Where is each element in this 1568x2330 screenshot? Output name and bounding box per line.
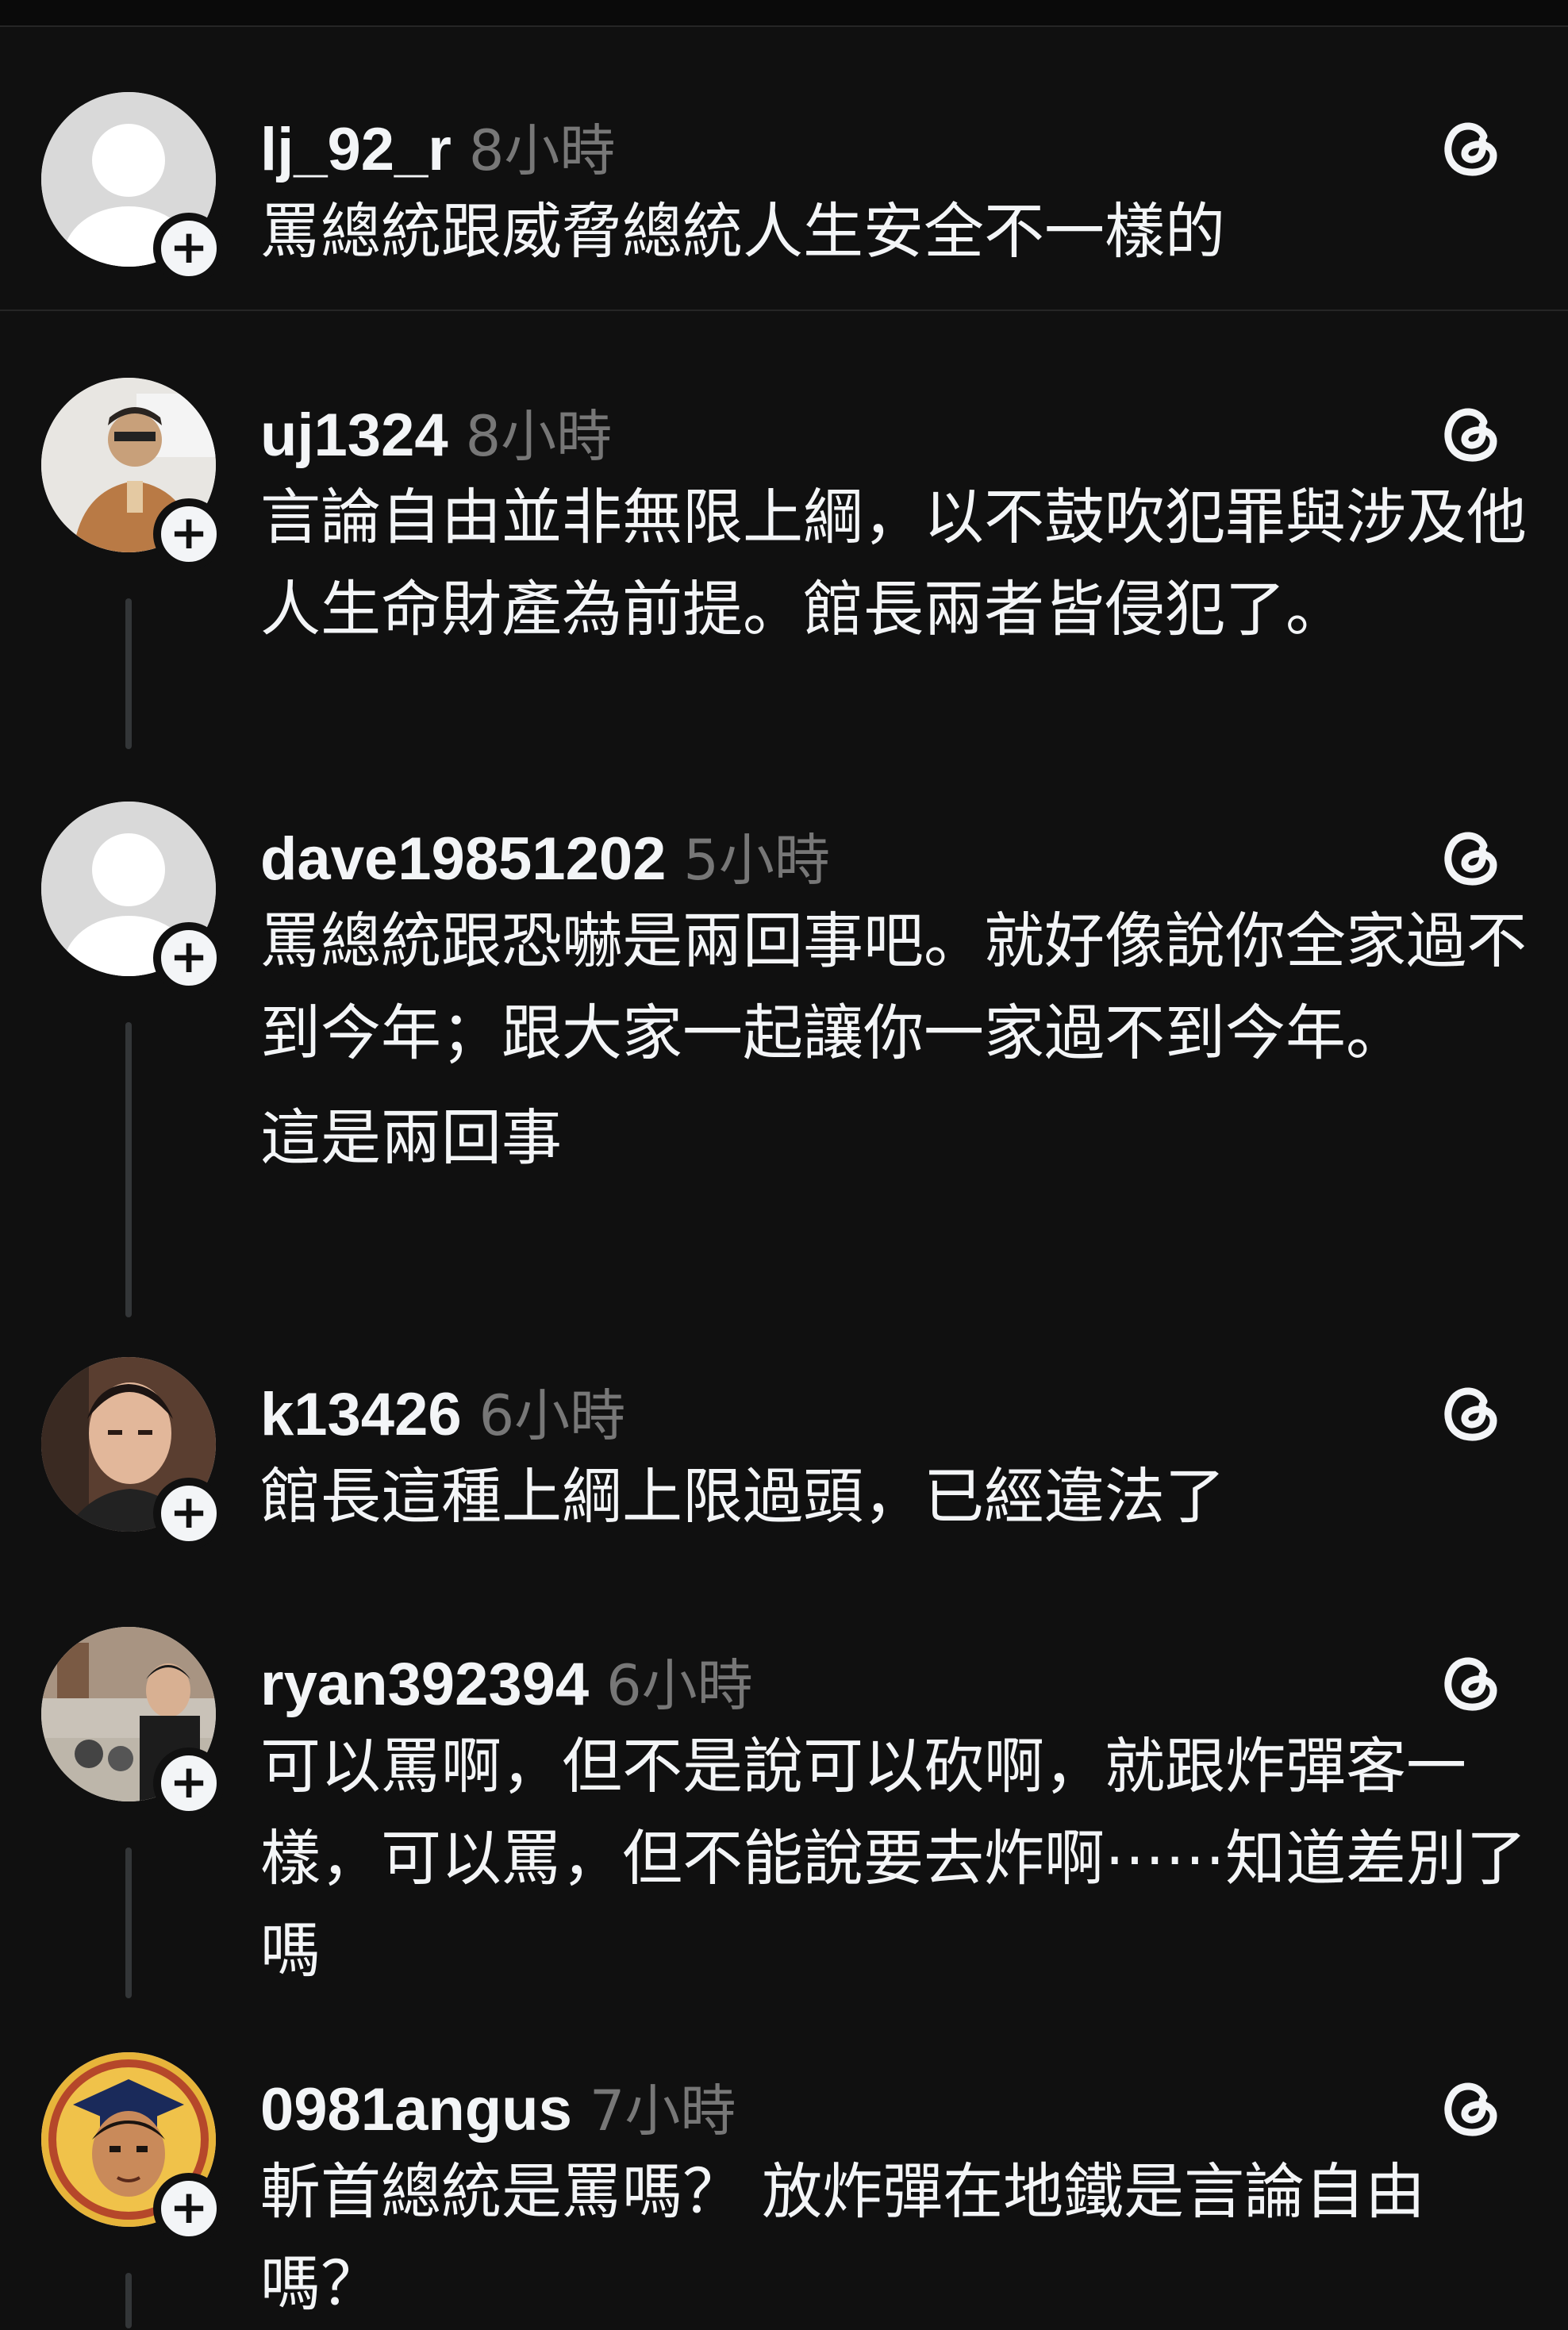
username[interactable]: ryan392394 <box>260 1650 589 1719</box>
follow-button[interactable]: + <box>153 213 225 284</box>
thread-line <box>125 1847 132 1998</box>
plus-icon: + <box>169 1485 209 1539</box>
username[interactable]: k13426 <box>260 1380 462 1449</box>
post-text-line: 言論自由並非無限上綱，以不鼓吹犯罪與涉及他人生命財產為前提。館長兩者皆侵犯了。 <box>260 482 1527 644</box>
plus-icon: + <box>169 2180 209 2234</box>
threads-icon[interactable] <box>1438 1648 1505 1714</box>
timestamp: 7小時 <box>589 2078 736 2144</box>
divider <box>0 310 1568 311</box>
post-text: 言論自由並非無限上綱，以不鼓吹犯罪與涉及他人生命財產為前提。館長兩者皆侵犯了。 <box>260 471 1530 656</box>
post-text-line: 館長這種上綱上限過頭，已經違法了 <box>260 1461 1225 1532</box>
thread-line <box>125 1022 132 1317</box>
follow-button[interactable]: + <box>153 1748 225 1819</box>
username[interactable]: lj_92_r <box>260 115 452 184</box>
post-text: 斬首總統是罵嗎？ 放炸彈在地鐵是言論自由嗎？ <box>260 2146 1530 2330</box>
post-header: ryan392394 6小時 <box>260 1641 753 1718</box>
post-text: 館長這種上綱上限過頭，已經違法了 <box>260 1451 1530 1543</box>
threads-icon[interactable] <box>1438 1378 1505 1444</box>
thread-line <box>125 598 132 749</box>
post-header: k13426 6小時 <box>260 1371 625 1448</box>
follow-button[interactable]: + <box>153 922 225 994</box>
post-text-line: 斬首總統是罵嗎？ 放炸彈在地鐵是言論自由嗎？ <box>260 2156 1426 2319</box>
username[interactable]: dave19851202 <box>260 825 666 894</box>
post-text: 罵總統跟恐嚇是兩回事吧。就好像說你全家過不到今年；跟大家一起讓你一家過不到今年。… <box>260 895 1530 1184</box>
timestamp: 6小時 <box>606 1653 753 1718</box>
follow-button[interactable]: + <box>153 1478 225 1549</box>
post-text-line: 可以罵啊，但不是說可以砍啊，就跟炸彈客一樣，可以罵，但不能說要去炸啊⋯⋯知道差別… <box>260 1731 1527 1986</box>
post-text-line: 這是兩回事 <box>260 1102 562 1173</box>
follow-button[interactable]: + <box>153 2173 225 2244</box>
threads-icon[interactable] <box>1438 398 1505 465</box>
timestamp: 6小時 <box>478 1383 626 1448</box>
timestamp: 5小時 <box>683 828 830 893</box>
threads-icon[interactable] <box>1438 822 1505 889</box>
timestamp: 8小時 <box>465 404 613 469</box>
timestamp: 8小時 <box>468 118 616 183</box>
plus-icon: + <box>169 506 209 559</box>
username[interactable]: 0981angus <box>260 2075 572 2144</box>
post-header: 0981angus 7小時 <box>260 2067 736 2144</box>
threads-icon[interactable] <box>1438 113 1505 179</box>
top-strip <box>0 0 1568 27</box>
plus-icon: + <box>169 929 209 983</box>
post-header: lj_92_r 8小時 <box>260 106 615 183</box>
follow-button[interactable]: + <box>153 498 225 570</box>
post-text: 罵總統跟威脅總統人生安全不一樣的 <box>260 186 1530 278</box>
post-header: dave19851202 5小時 <box>260 816 830 893</box>
threads-icon[interactable] <box>1438 2073 1505 2140</box>
post-text: 可以罵啊，但不是說可以砍啊，就跟炸彈客一樣，可以罵，但不能說要去炸啊⋯⋯知道差別… <box>260 1721 1530 1997</box>
post-text-line: 罵總統跟威脅總統人生安全不一樣的 <box>260 196 1225 267</box>
thread-line <box>125 2273 132 2328</box>
post-text-line: 罵總統跟恐嚇是兩回事吧。就好像說你全家過不到今年；跟大家一起讓你一家過不到今年。 <box>260 905 1527 1068</box>
plus-icon: + <box>169 220 209 274</box>
username[interactable]: uj1324 <box>260 401 448 470</box>
plus-icon: + <box>169 1755 209 1809</box>
post-header: uj1324 8小時 <box>260 392 612 469</box>
